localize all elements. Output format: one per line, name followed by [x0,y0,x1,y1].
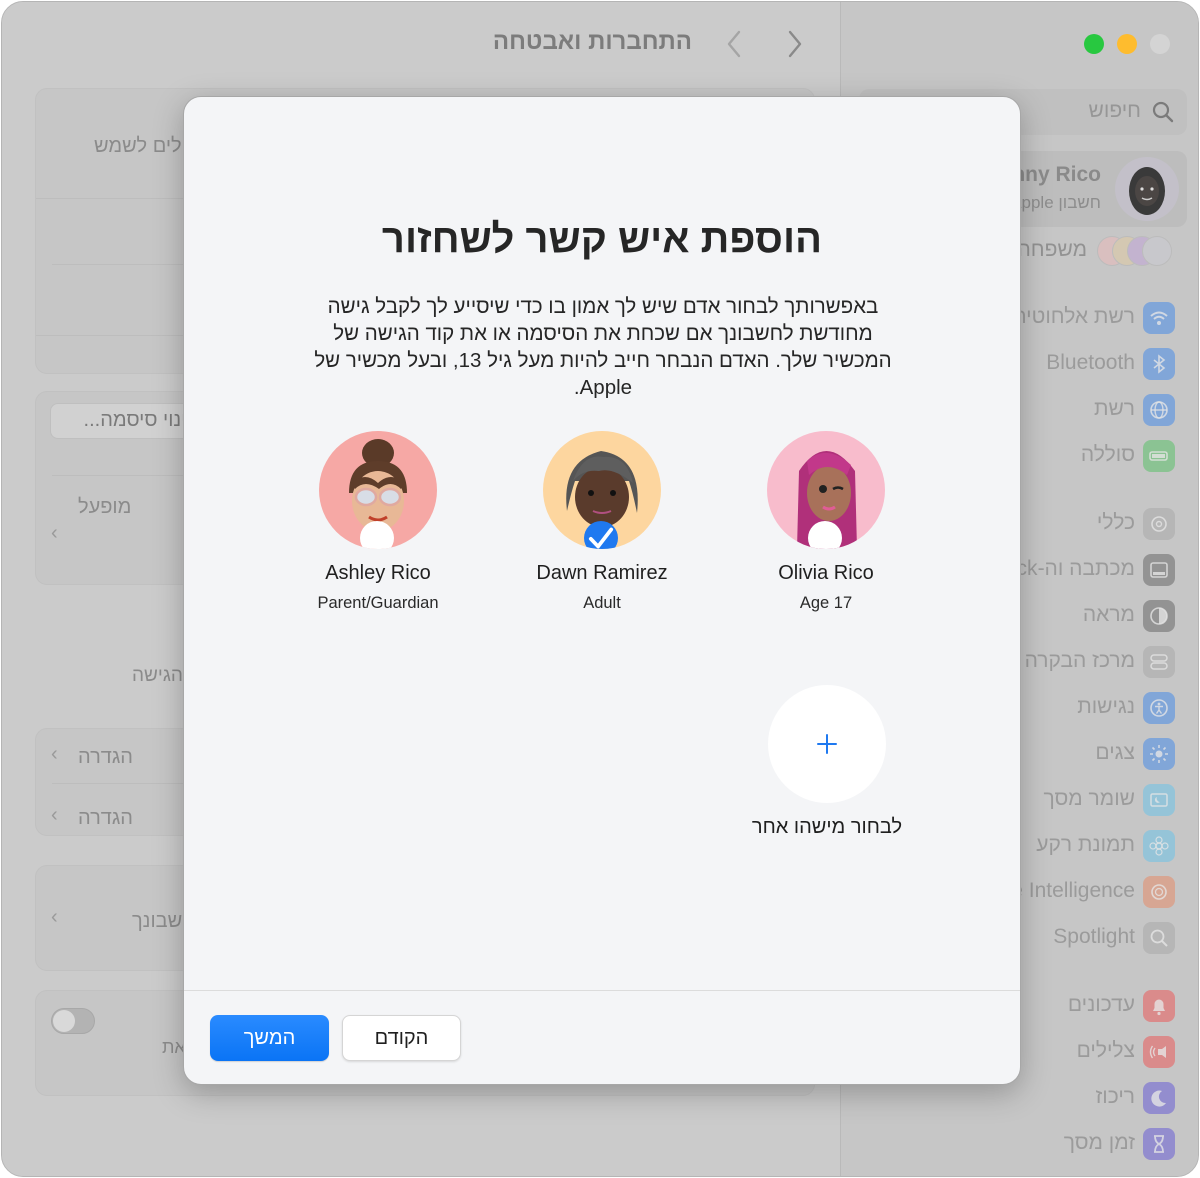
person-role: Age 17 [799,594,853,612]
avatar [319,431,437,549]
person-role: Adult [583,594,621,612]
avatar [543,431,661,549]
add-recovery-contact-dialog: הוספת איש קשר לשחזור באפשרותך לבחור אדם … [183,96,1021,1085]
person-name: Olivia Rico [778,562,874,584]
footer-divider [184,990,1020,991]
person-option-olivia[interactable]: Olivia Rico Age 17 [726,431,926,613]
system-settings-window: התחברות ואבטחה ולים לשמש מופעל ‹ שינוי ס… [1,1,1199,1177]
selection-radio[interactable] [808,521,842,549]
dialog-description: באפשרותך לבחור אדם שיש לך אמון בו כדי שי… [314,295,892,399]
back-button[interactable]: הקודם [342,1015,461,1061]
person-option-dawn[interactable]: Dawn Ramirez Adult [502,431,702,613]
plus-icon [817,734,837,754]
add-person-button[interactable] [768,685,886,803]
selection-radio[interactable] [360,521,394,549]
person-role: Parent/Guardian [317,594,439,612]
choose-other-label: לבחור מישהו אחר [751,816,903,838]
checkmark-icon [588,527,614,549]
person-option-ashley[interactable]: Ashley Rico Parent/Guardian [278,431,478,613]
selection-radio-checked[interactable] [584,521,618,549]
continue-button[interactable]: המשך [210,1015,329,1061]
person-name: Ashley Rico [325,562,431,584]
avatar [767,431,885,549]
choose-other-person[interactable]: לבחור מישהו אחר [747,685,907,840]
dialog-title: הוספת איש קשר לשחזור [381,217,823,261]
person-name: Dawn Ramirez [536,562,668,584]
